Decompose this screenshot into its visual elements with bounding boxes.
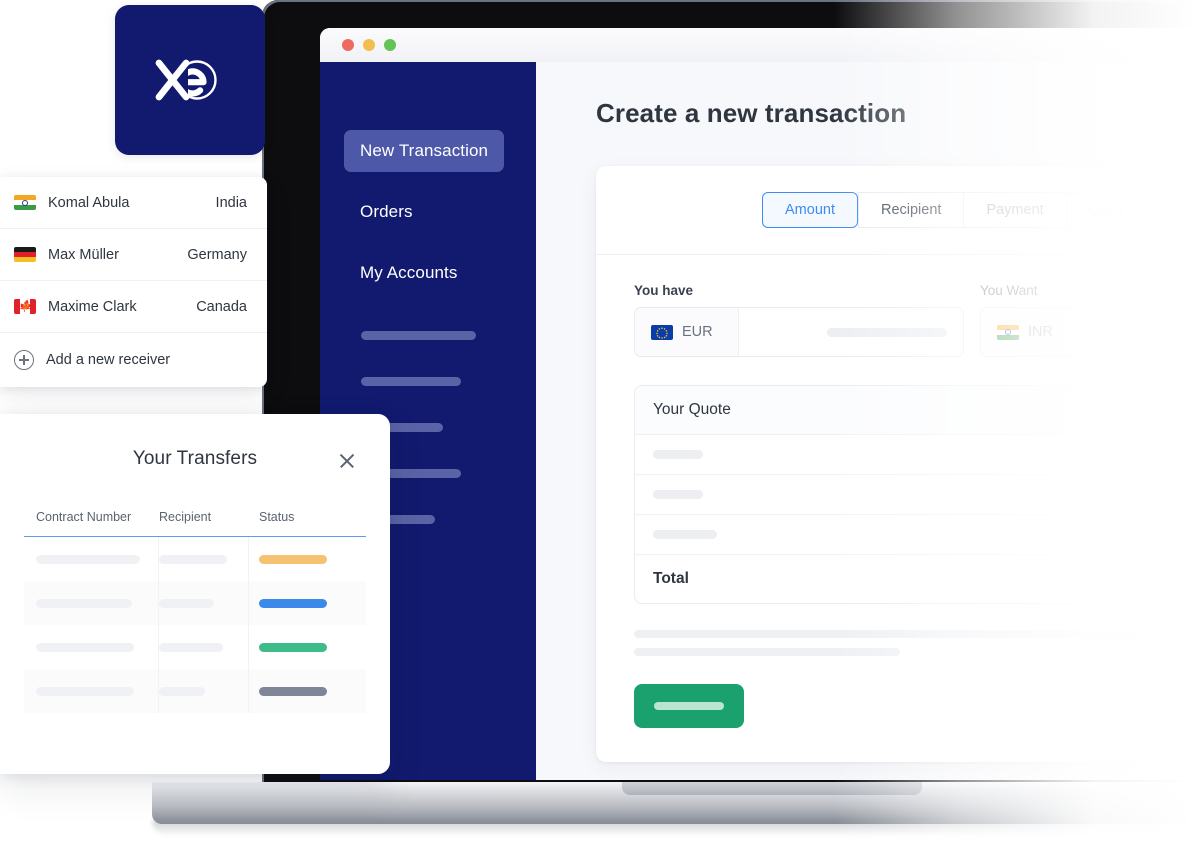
add-new-receiver-label: Add a new receiver bbox=[46, 352, 171, 368]
recipient-country: India bbox=[215, 194, 247, 211]
quote-skeleton bbox=[653, 530, 717, 539]
page-title: Create a new transaction bbox=[596, 98, 907, 128]
recipient-skeleton bbox=[159, 598, 214, 608]
you-want-block: You Want INR bbox=[980, 283, 1170, 357]
dialog-title: Your Transfers bbox=[132, 448, 258, 469]
quote-total-label: Total bbox=[653, 570, 689, 587]
column-header-contract-number: Contract Number bbox=[36, 510, 132, 524]
main-content: Create a new transaction Amount Recipien… bbox=[536, 62, 1194, 780]
recipient-skeleton bbox=[159, 686, 205, 696]
sidebar-skeleton-bar bbox=[361, 331, 476, 340]
list-item[interactable]: Max Müller Germany bbox=[0, 229, 267, 281]
recipient-name: Max Müller bbox=[48, 246, 119, 263]
you-want-label: You Want bbox=[980, 283, 1038, 298]
dialog-header: Your Transfers bbox=[0, 414, 390, 470]
plus-circle-icon bbox=[14, 350, 34, 370]
quote-row bbox=[635, 475, 1157, 515]
table-header-row: Contract Number Recipient Status bbox=[24, 510, 366, 537]
card-footer bbox=[596, 604, 1194, 656]
target-currency-code: INR bbox=[1028, 324, 1053, 340]
close-icon[interactable] bbox=[338, 451, 356, 469]
sidebar-item-new-transaction[interactable]: New Transaction bbox=[344, 130, 505, 172]
cta-label-skeleton bbox=[654, 702, 724, 710]
step-tabs: Amount Recipient Payment Confirm bbox=[596, 166, 1194, 228]
recipient-name: Maxime Clark bbox=[48, 298, 137, 315]
india-flag-icon bbox=[14, 195, 36, 210]
contract-number-skeleton bbox=[36, 598, 132, 608]
list-item[interactable]: 🍁 Maxime Clark Canada bbox=[0, 281, 267, 333]
status-badge bbox=[259, 598, 327, 608]
quote-header: Your Quote bbox=[635, 386, 1157, 435]
recipient-skeleton bbox=[159, 554, 227, 564]
continue-button[interactable] bbox=[634, 684, 744, 728]
column-header-recipient: Recipient bbox=[159, 510, 212, 524]
tab-recipient[interactable]: Recipient bbox=[857, 192, 964, 228]
canada-flag-icon: 🍁 bbox=[14, 299, 36, 314]
source-amount-input[interactable] bbox=[739, 327, 963, 337]
transfers-table: Contract Number Recipient Status bbox=[24, 510, 366, 713]
add-new-receiver-row[interactable]: Add a new receiver bbox=[0, 333, 267, 387]
contract-number-skeleton bbox=[36, 642, 134, 652]
tab-payment[interactable]: Payment bbox=[963, 192, 1066, 228]
minimize-window-icon[interactable] bbox=[363, 39, 375, 51]
laptop-shadow bbox=[152, 820, 1194, 836]
amount-skeleton bbox=[827, 327, 947, 337]
sidebar-item-my-accounts[interactable]: My Accounts bbox=[344, 252, 473, 294]
screenshot-root: New Transaction Orders My Accounts Creat… bbox=[0, 0, 1194, 862]
eu-flag-icon bbox=[651, 324, 673, 340]
sidebar-item-orders[interactable]: Orders bbox=[344, 191, 429, 233]
source-currency-select[interactable]: EUR bbox=[635, 308, 739, 356]
you-have-label: You have bbox=[634, 283, 694, 298]
contract-number-skeleton bbox=[36, 686, 134, 696]
contract-number-skeleton bbox=[36, 554, 140, 564]
xe-logo-tile bbox=[115, 5, 265, 155]
your-transfers-dialog: Your Transfers Contract Number Recipient… bbox=[0, 414, 390, 774]
status-badge bbox=[259, 554, 327, 564]
recipient-skeleton bbox=[159, 642, 223, 652]
browser-content: New Transaction Orders My Accounts Creat… bbox=[320, 62, 1194, 780]
quote-skeleton bbox=[653, 490, 703, 499]
laptop-screen: New Transaction Orders My Accounts Creat… bbox=[320, 28, 1194, 780]
you-have-input-group[interactable]: EUR bbox=[634, 307, 964, 357]
status-badge bbox=[259, 642, 327, 652]
you-want-input-group[interactable]: INR bbox=[980, 307, 1170, 357]
column-header-status: Status bbox=[259, 510, 295, 524]
you-have-block: You have EUR bbox=[634, 283, 964, 357]
footer-skeleton-line bbox=[634, 648, 900, 656]
table-row[interactable] bbox=[24, 581, 366, 625]
table-row[interactable] bbox=[24, 669, 366, 713]
recipient-country: Canada bbox=[196, 298, 247, 315]
close-window-icon[interactable] bbox=[342, 39, 354, 51]
germany-flag-icon bbox=[14, 247, 36, 262]
transaction-card: Amount Recipient Payment Confirm You hav… bbox=[596, 166, 1194, 762]
maximize-window-icon[interactable] bbox=[384, 39, 396, 51]
quote-skeleton bbox=[653, 450, 703, 459]
quote-panel: Your Quote Total bbox=[634, 385, 1158, 604]
table-row[interactable] bbox=[24, 537, 366, 581]
tab-amount[interactable]: Amount bbox=[762, 192, 858, 228]
laptop-base-notch bbox=[622, 782, 922, 795]
browser-titlebar bbox=[320, 28, 1194, 62]
browser-window: New Transaction Orders My Accounts Creat… bbox=[320, 28, 1194, 780]
xe-logo-icon bbox=[155, 59, 217, 101]
tab-confirm[interactable]: Confirm bbox=[1065, 192, 1163, 228]
currency-selector-row: You have EUR You Want INR bbox=[596, 255, 1194, 357]
source-currency-code: EUR bbox=[682, 324, 713, 340]
recipient-name: Komal Abula bbox=[48, 194, 130, 211]
india-flag-icon bbox=[997, 324, 1019, 340]
sidebar-skeleton-bar bbox=[361, 377, 461, 386]
recipient-country: Germany bbox=[187, 246, 247, 263]
target-currency-select[interactable]: INR bbox=[981, 308, 1085, 356]
status-badge bbox=[259, 686, 327, 696]
footer-skeleton-line bbox=[634, 630, 1158, 638]
eu-stars-icon bbox=[656, 326, 668, 339]
table-row[interactable] bbox=[24, 625, 366, 669]
laptop-mockup: New Transaction Orders My Accounts Creat… bbox=[152, 0, 1194, 836]
quote-row bbox=[635, 515, 1157, 555]
recipient-list-card: Komal Abula India Max Müller Germany 🍁 M… bbox=[0, 177, 267, 387]
list-item[interactable]: Komal Abula India bbox=[0, 177, 267, 229]
quote-row bbox=[635, 435, 1157, 475]
